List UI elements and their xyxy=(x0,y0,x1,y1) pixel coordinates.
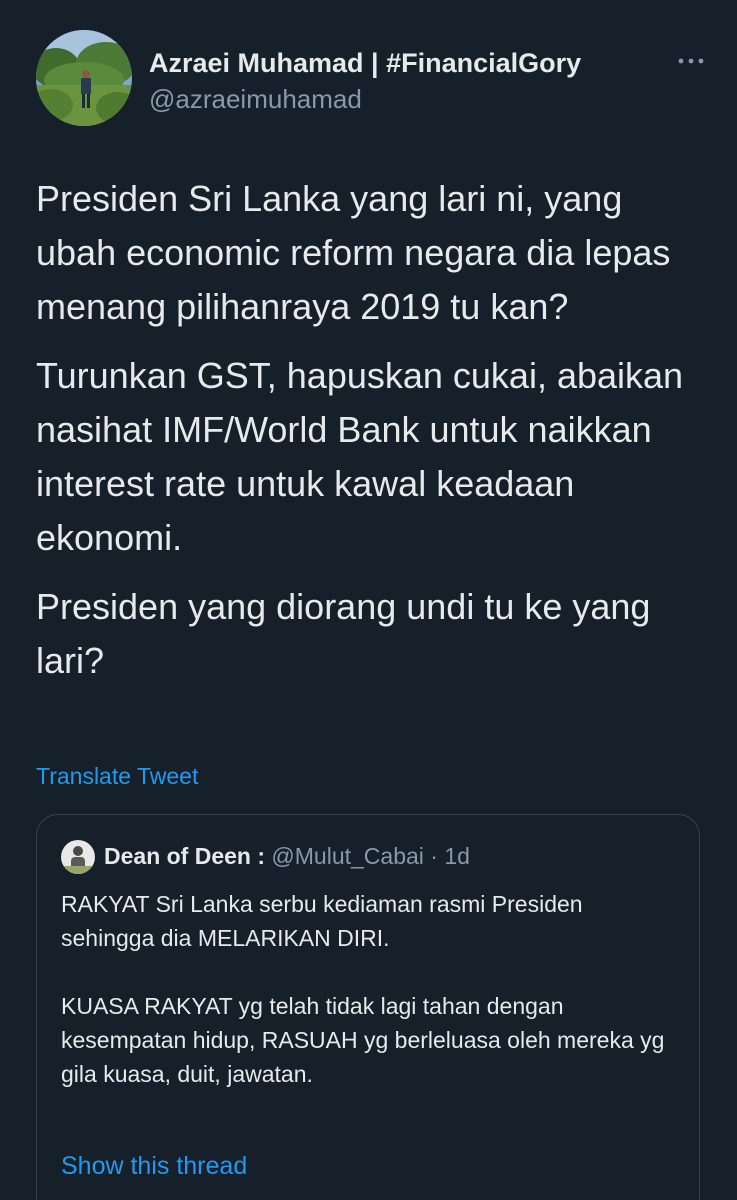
meta-separator: · xyxy=(430,843,438,869)
more-options-icon[interactable] xyxy=(676,54,706,68)
translate-tweet-link[interactable]: Translate Tweet xyxy=(36,763,198,790)
tweet-body: Presiden Sri Lanka yang lari ni, yang ub… xyxy=(36,172,706,703)
quoted-paragraph: KUASA RAKYAT yg telah tidak lagi tahan d… xyxy=(61,993,665,1087)
quoted-tweet-time[interactable]: 1d xyxy=(444,843,470,869)
tweet-header: Azraei Muhamad | #FinancialGory @azraeim… xyxy=(36,30,706,126)
author-avatar[interactable] xyxy=(36,30,132,126)
avatar-photo-icon xyxy=(36,30,132,126)
quoted-author-avatar[interactable] xyxy=(61,840,95,874)
show-thread-link[interactable]: Show this thread xyxy=(61,1152,247,1181)
author-name[interactable]: Azraei Muhamad | #FinancialGory xyxy=(149,48,581,79)
tweet-paragraph: Presiden Sri Lanka yang lari ni, yang ub… xyxy=(36,178,671,327)
quoted-author-name[interactable]: Dean of Deen : xyxy=(104,843,265,869)
quoted-tweet-card[interactable]: Dean of Deen : @Mulut_Cabai · 1d RAKYAT … xyxy=(36,814,700,1200)
author-handle[interactable]: @azraeimuhamad xyxy=(149,84,362,115)
quoted-tweet-meta: Dean of Deen : @Mulut_Cabai · 1d xyxy=(104,843,470,870)
quoted-tweet-body: RAKYAT Sri Lanka serbu kediaman rasmi Pr… xyxy=(61,887,681,1125)
quoted-author-handle[interactable]: @Mulut_Cabai xyxy=(271,843,423,869)
quoted-paragraph: RAKYAT Sri Lanka serbu kediaman rasmi Pr… xyxy=(61,891,583,951)
tweet-paragraph: Presiden yang diorang undi tu ke yang la… xyxy=(36,586,651,681)
tweet-paragraph: Turunkan GST, hapuskan cukai, abaikan na… xyxy=(36,355,684,558)
avatar-photo-icon xyxy=(61,840,95,874)
